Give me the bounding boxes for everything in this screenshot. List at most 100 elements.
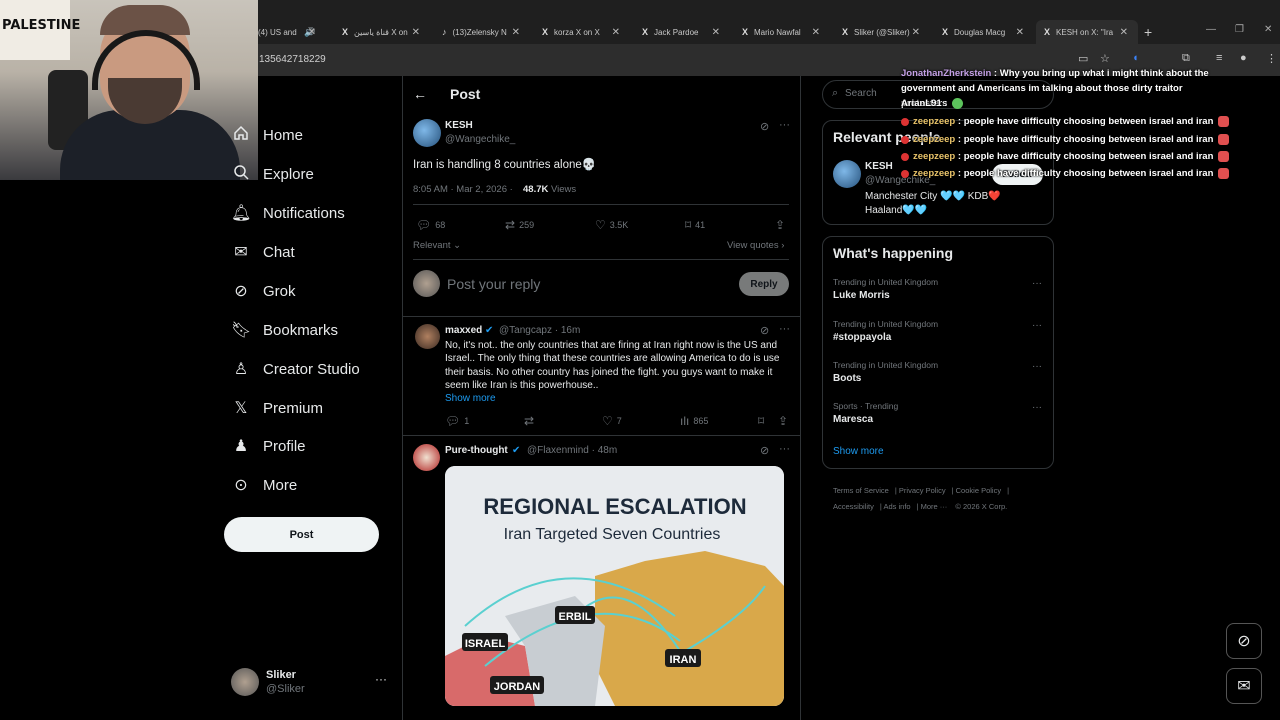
- close-icon[interactable]: ✕: [1120, 27, 1128, 38]
- close-icon[interactable]: ✕: [512, 27, 520, 38]
- media-icon[interactable]: ≡: [1216, 52, 1222, 64]
- nav-grok[interactable]: ⊘ Grok: [231, 281, 295, 301]
- browser-tab[interactable]: X Sliker (@Sliker) ✕: [834, 20, 930, 44]
- trend-name[interactable]: Luke Morris: [833, 290, 890, 301]
- nav-home[interactable]: Home: [231, 125, 303, 146]
- show-more-link[interactable]: Show more: [445, 393, 496, 404]
- account-name[interactable]: Sliker: [266, 669, 296, 681]
- reply-action[interactable]: 💬︎ 1: [445, 414, 469, 428]
- reply-input[interactable]: Post your reply: [447, 276, 540, 292]
- browser-tab[interactable]: X Mario Nawfal ✕: [734, 20, 830, 44]
- restore-icon[interactable]: ❐: [1235, 24, 1244, 35]
- close-icon[interactable]: ✕: [912, 27, 920, 38]
- account-more-icon[interactable]: ···: [375, 672, 387, 686]
- browser-tab-active[interactable]: X KESH on X: "Ira ✕: [1036, 20, 1138, 44]
- post-button[interactable]: Post: [224, 517, 379, 552]
- author-name[interactable]: KESH: [445, 120, 473, 131]
- reply-avatar[interactable]: [415, 324, 440, 349]
- reply-author-handle[interactable]: @Tangcapz · 16m: [499, 325, 580, 336]
- nav-notifications[interactable]: 🔔︎ Notifications: [231, 203, 345, 223]
- reply-author-name[interactable]: Pure-thought: [445, 445, 508, 456]
- browser-tab[interactable]: X Douglas Macg ✕: [934, 20, 1034, 44]
- sort-dropdown[interactable]: Relevant ⌄: [413, 240, 461, 251]
- bookmark-action[interactable]: ⌑ 41: [685, 218, 705, 232]
- account-avatar[interactable]: [231, 668, 259, 696]
- close-icon[interactable]: ✕: [712, 27, 720, 38]
- reply-author-handle[interactable]: @Flaxenmind · 48m: [527, 445, 617, 456]
- trend-name[interactable]: #stoppayola: [833, 332, 891, 343]
- nav-premium[interactable]: 𝕏 Premium: [231, 398, 323, 418]
- footer-link[interactable]: Ads info: [883, 502, 910, 511]
- like-action[interactable]: ♡ 7: [602, 414, 622, 428]
- author-handle[interactable]: @Wangechike_: [445, 134, 515, 145]
- views-action[interactable]: ılı 865: [680, 414, 708, 428]
- trend-more-icon[interactable]: ···: [1032, 278, 1042, 289]
- footer-link[interactable]: More ···: [921, 502, 948, 511]
- author-avatar[interactable]: [413, 119, 441, 147]
- browser-tab[interactable]: X قناة ياسين X on ✕: [334, 20, 430, 44]
- reply-more-icon[interactable]: ···: [779, 323, 790, 335]
- account-handle[interactable]: @Sliker: [266, 683, 305, 695]
- reply-avatar[interactable]: [413, 444, 440, 471]
- trend-more-icon[interactable]: ···: [1032, 320, 1042, 331]
- footer-link[interactable]: Cookie Policy: [956, 486, 1001, 495]
- close-icon[interactable]: ✕: [1016, 27, 1024, 38]
- trend-name[interactable]: Maresca: [833, 414, 873, 425]
- url-text[interactable]: 135642718229: [259, 54, 326, 65]
- nav-chat[interactable]: ✉ Chat: [231, 242, 294, 262]
- footer-link[interactable]: Privacy Policy: [899, 486, 946, 495]
- nav-explore[interactable]: Explore: [231, 164, 314, 185]
- share-action[interactable]: ⇪: [778, 414, 792, 428]
- back-arrow-icon[interactable]: ←: [413, 86, 427, 102]
- trend-more-icon[interactable]: ···: [1032, 402, 1042, 413]
- nav-profile[interactable]: ♟︎ Profile: [231, 436, 306, 456]
- browser-tab[interactable]: X Jack Pardoe ✕: [634, 20, 730, 44]
- post-more-icon[interactable]: ···: [779, 119, 790, 131]
- grok-icon[interactable]: ⊘: [760, 444, 769, 457]
- reply-button[interactable]: Reply: [739, 272, 789, 296]
- repost-action[interactable]: ⇄ 259: [505, 218, 534, 232]
- trend-context: Sports · Trending: [833, 401, 899, 411]
- repost-action[interactable]: ⇄: [524, 414, 538, 428]
- person-avatar[interactable]: [833, 160, 861, 188]
- profile-icon[interactable]: ●: [1240, 52, 1247, 64]
- screen-icon[interactable]: ▭: [1078, 52, 1088, 65]
- nav-creator-studio[interactable]: ♙ Creator Studio: [231, 359, 360, 379]
- browser-tab[interactable]: ♪ (13)Zelensky N ✕: [434, 20, 530, 44]
- puzzle-icon[interactable]: ⧉: [1182, 52, 1190, 65]
- messages-fab[interactable]: ✉: [1226, 668, 1262, 704]
- reply-author-name[interactable]: maxxed: [445, 325, 482, 336]
- grok-fab[interactable]: ⊘: [1226, 623, 1262, 659]
- footer-link[interactable]: Terms of Service: [833, 486, 889, 495]
- extension-icon[interactable]: ◖: [1132, 52, 1139, 64]
- show-more-link[interactable]: Show more: [833, 446, 884, 457]
- nav-more[interactable]: ⊙ More: [231, 475, 297, 495]
- browser-tab[interactable]: (4) US and 🔊 ✕: [250, 20, 326, 44]
- nav-bookmarks[interactable]: 🔖︎ Bookmarks: [231, 320, 338, 340]
- person-name[interactable]: KESH: [865, 161, 893, 172]
- reply-more-icon[interactable]: ···: [779, 443, 790, 455]
- close-icon[interactable]: ✕: [308, 27, 316, 38]
- minimize-icon[interactable]: —: [1206, 24, 1216, 35]
- close-icon[interactable]: ✕: [412, 27, 420, 38]
- view-quotes-link[interactable]: View quotes ›: [727, 240, 784, 251]
- grok-icon[interactable]: ⊘: [760, 324, 769, 337]
- trend-more-icon[interactable]: ···: [1032, 361, 1042, 372]
- reply-image[interactable]: REGIONAL ESCALATION Iran Targeted Seven …: [445, 466, 784, 706]
- close-icon[interactable]: ✕: [612, 27, 620, 38]
- reply-action[interactable]: 💬︎ 68: [416, 218, 445, 232]
- close-window-icon[interactable]: ✕: [1264, 24, 1272, 35]
- share-action[interactable]: ⇪: [775, 218, 789, 232]
- trend-name[interactable]: Boots: [833, 373, 861, 384]
- bookmark-action[interactable]: ⌑: [758, 414, 768, 428]
- post-timestamp[interactable]: 8:05 AM · Mar 2, 2026 ·: [413, 184, 513, 195]
- chat-message: zeepzeep : people have difficulty choosi…: [901, 168, 1230, 179]
- footer-link[interactable]: Accessibility: [833, 502, 874, 511]
- browser-tab[interactable]: Xkorza X on X ✕: [534, 20, 630, 44]
- star-icon[interactable]: ☆: [1100, 52, 1110, 65]
- grok-icon[interactable]: ⊘: [760, 120, 769, 133]
- close-icon[interactable]: ✕: [812, 27, 820, 38]
- like-action[interactable]: ♡ 3.5K: [595, 218, 628, 232]
- menu-icon[interactable]: ⋮: [1266, 52, 1277, 65]
- new-tab-icon[interactable]: +: [1144, 24, 1152, 40]
